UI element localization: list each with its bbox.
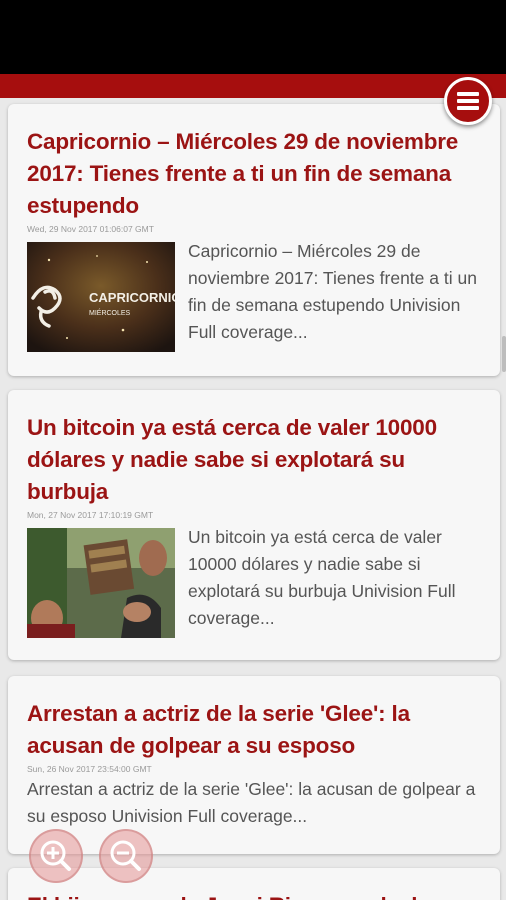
article-thumbnail[interactable]: CAPRICORNIO MIÉRCOLES xyxy=(27,242,175,352)
article-title[interactable]: Arrestan a actriz de la serie 'Glee': la… xyxy=(27,698,481,762)
thumbnail-subcaption: MIÉRCOLES xyxy=(89,308,131,317)
news-card[interactable]: Capricornio – Miércoles 29 de noviembre … xyxy=(8,104,500,376)
article-date: Sun, 26 Nov 2017 23:54:00 GMT xyxy=(27,764,152,774)
thumbnail-caption: CAPRICORNIO xyxy=(89,290,175,305)
zoom-in-icon xyxy=(40,840,71,871)
article-thumbnail[interactable] xyxy=(27,528,175,638)
scrollbar-thumb[interactable] xyxy=(502,336,506,372)
article-snippet: Arrestan a actriz de la serie 'Glee': la… xyxy=(27,779,476,826)
news-card[interactable]: El hijo menor de Jenni Rivera se declara xyxy=(8,868,500,900)
article-snippet: Capricornio – Miércoles 29 de noviembre … xyxy=(188,241,477,342)
zoom-in-button[interactable] xyxy=(29,829,83,883)
app-header-bar xyxy=(0,74,506,98)
article-title[interactable]: Un bitcoin ya está cerca de valer 10000 … xyxy=(27,412,481,508)
news-card[interactable]: Un bitcoin ya está cerca de valer 10000 … xyxy=(8,390,500,660)
article-title[interactable]: El hijo menor de Jenni Rivera se declara xyxy=(27,890,481,900)
zoom-out-icon xyxy=(110,840,141,871)
news-feed[interactable]: Capricornio – Miércoles 29 de noviembre … xyxy=(0,98,506,900)
status-bar xyxy=(0,0,506,74)
capricorn-thumbnail-image: CAPRICORNIO MIÉRCOLES xyxy=(27,242,175,352)
article-date: Wed, 29 Nov 2017 01:06:07 GMT xyxy=(27,224,154,234)
zoom-out-button[interactable] xyxy=(99,829,153,883)
bitcoin-thumbnail-image xyxy=(27,528,175,638)
news-card[interactable]: Arrestan a actriz de la serie 'Glee': la… xyxy=(8,676,500,854)
hamburger-menu-icon xyxy=(457,92,479,110)
article-date: Mon, 27 Nov 2017 17:10:19 GMT xyxy=(27,510,154,520)
menu-button[interactable] xyxy=(444,77,492,125)
article-snippet: Un bitcoin ya está cerca de valer 10000 … xyxy=(188,527,456,628)
article-title[interactable]: Capricornio – Miércoles 29 de noviembre … xyxy=(27,126,481,222)
